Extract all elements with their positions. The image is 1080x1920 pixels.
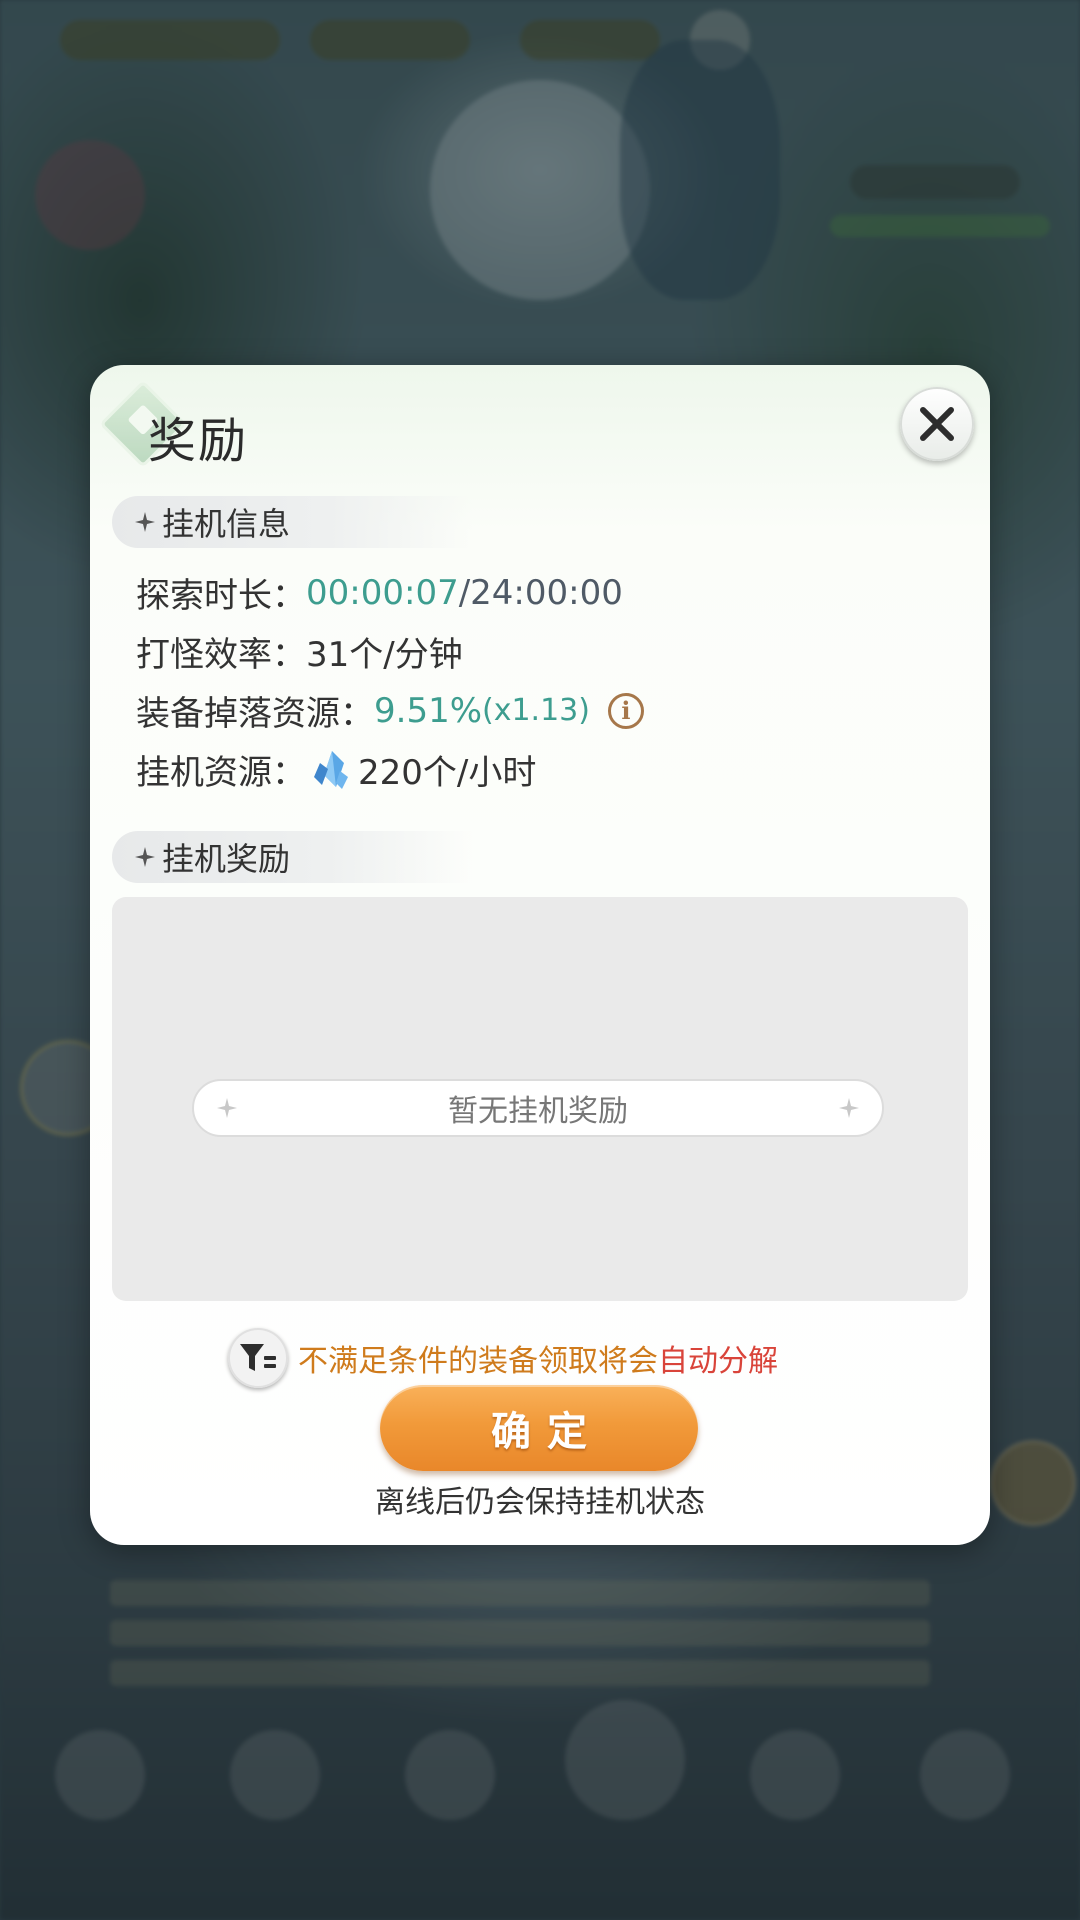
explore-duration-max: 24:00:00 (470, 572, 623, 613)
close-button[interactable] (900, 387, 974, 461)
idle-resource-row: 挂机资源： 220个/小时 (136, 745, 536, 794)
idle-rewards-header: 挂机奖励 (112, 831, 472, 883)
dialog-title: 奖励 (148, 413, 249, 469)
equip-drop-row: 装备掉落资源： 9.51% (x1.13) i (136, 686, 644, 735)
sparkle-icon (839, 1098, 859, 1118)
section-title: 挂机信息 (162, 505, 291, 543)
reward-list: 暂无挂机奖励 (112, 897, 968, 1301)
kill-rate-label: 打怪效率： (136, 635, 306, 675)
equip-drop-percent: 9.51% (374, 690, 483, 731)
sparkle-icon (135, 512, 155, 532)
idle-info-header: 挂机信息 (112, 496, 472, 548)
kill-rate-value: 31个/分钟 (306, 635, 463, 675)
confirm-button-label: 确定 (491, 1409, 603, 1455)
empty-rewards-text: 暂无挂机奖励 (448, 1094, 628, 1129)
sparkle-icon (135, 847, 155, 867)
equip-drop-label: 装备掉落资源： (136, 694, 374, 734)
filter-icon (240, 1344, 276, 1371)
blue-crystal-icon (314, 750, 348, 789)
sparkle-icon (217, 1098, 237, 1118)
confirm-button[interactable]: 确定 (380, 1385, 698, 1471)
explore-duration-separator: / (458, 572, 471, 613)
idle-resource-value: 220个/小时 (358, 753, 537, 793)
idle-resource-label: 挂机资源： (136, 753, 306, 793)
notice-emphasis: 自动分解 (658, 1344, 778, 1379)
equip-drop-multiplier: (x1.13) (482, 693, 590, 728)
offline-footnote: 离线后仍会保持挂机状态 (375, 1485, 705, 1520)
explore-duration-row: 探索时长： 00:00:07 / 24:00:00 (136, 568, 623, 617)
kill-rate-row: 打怪效率： 31个/分钟 (136, 627, 463, 676)
auto-decompose-notice: 不满足条件的装备领取将会自动分解 (228, 1328, 778, 1388)
filter-button[interactable] (228, 1328, 288, 1388)
notice-text: 不满足条件的装备领取将会自动分解 (298, 1336, 778, 1380)
reward-dialog: 奖励 挂机信息 探索时长： 00:00:07 / 24:00:00 打怪效率： … (90, 365, 990, 1545)
close-icon (920, 407, 954, 441)
notice-main-text: 不满足条件的装备领取将会 (298, 1344, 658, 1379)
explore-duration-label: 探索时长： (136, 576, 306, 616)
explore-duration-current: 00:00:07 (306, 572, 459, 613)
empty-rewards-pill: 暂无挂机奖励 (192, 1079, 884, 1137)
info-icon[interactable]: i (607, 692, 644, 729)
section-title: 挂机奖励 (162, 840, 291, 878)
